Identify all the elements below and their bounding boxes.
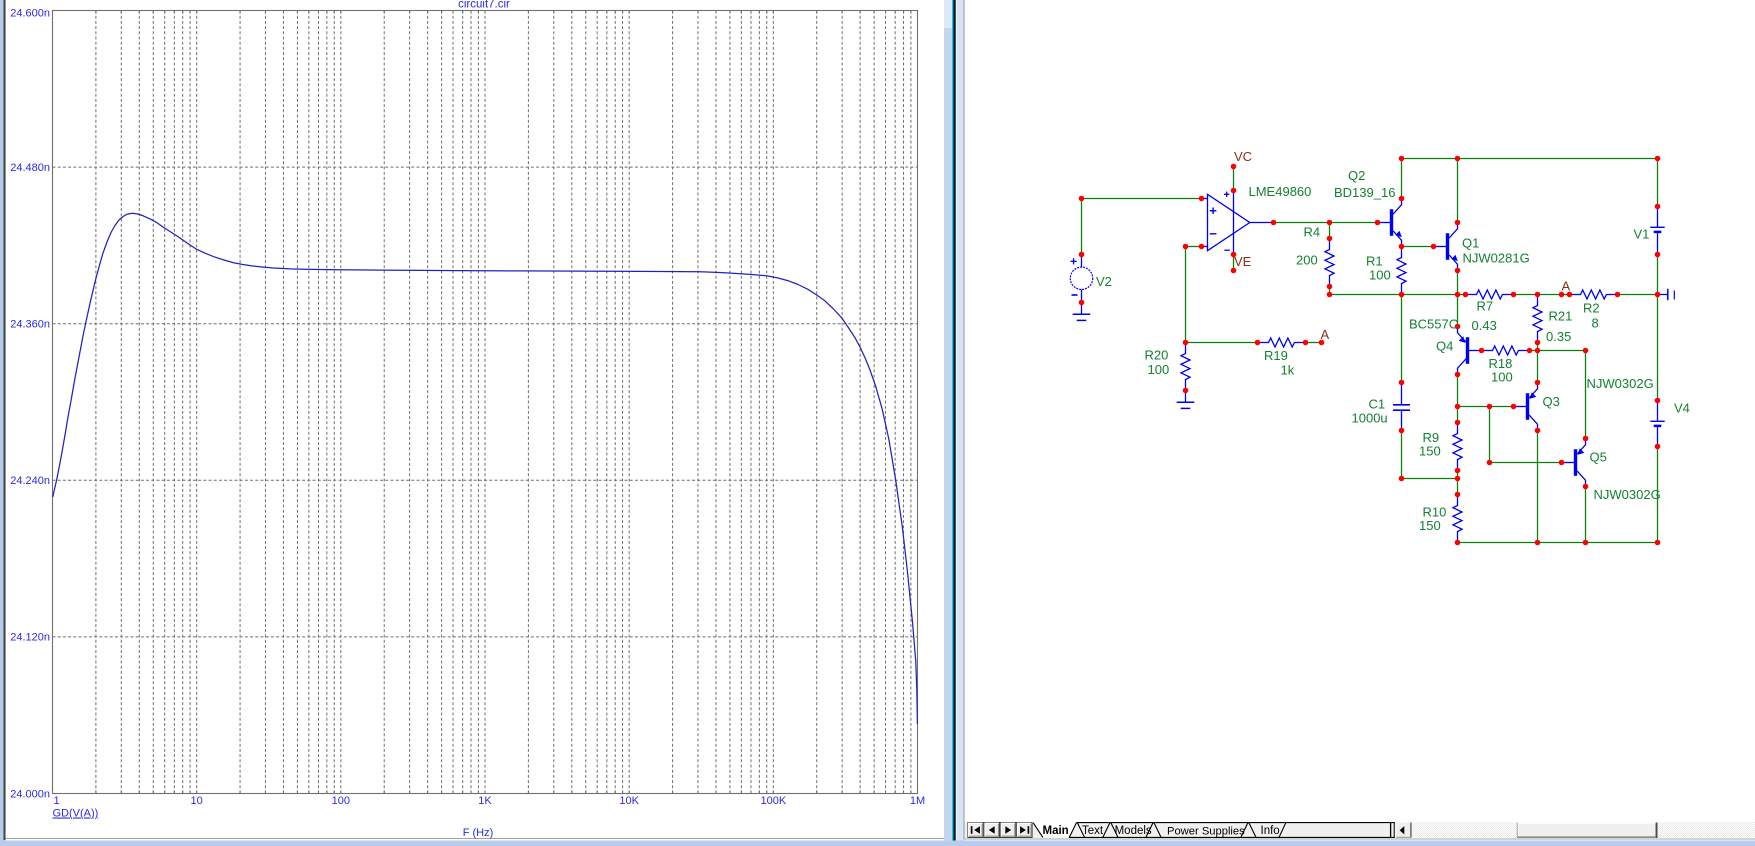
- svg-text:Text: Text: [1082, 825, 1104, 837]
- svg-text:24.600n: 24.600n: [10, 8, 50, 20]
- svg-text:A: A: [1562, 279, 1571, 294]
- svg-text:VE: VE: [1234, 254, 1252, 269]
- svg-text:1k: 1k: [1281, 363, 1295, 378]
- svg-text:NJW0302G: NJW0302G: [1587, 376, 1654, 391]
- svg-text:Power Supplies: Power Supplies: [1167, 825, 1245, 837]
- svg-text:BC557C: BC557C: [1409, 317, 1458, 332]
- svg-text:8: 8: [1592, 315, 1599, 330]
- svg-text:V2: V2: [1096, 274, 1112, 289]
- svg-text:24.120n: 24.120n: [10, 632, 50, 644]
- svg-text:R1: R1: [1366, 254, 1383, 269]
- svg-text:Q5: Q5: [1590, 450, 1607, 465]
- svg-text:NJW0281G: NJW0281G: [1463, 251, 1530, 266]
- svg-text:Q4: Q4: [1436, 339, 1453, 354]
- svg-text:100: 100: [332, 795, 350, 807]
- svg-text:R7: R7: [1477, 299, 1494, 314]
- svg-text:LME49860: LME49860: [1249, 184, 1312, 199]
- svg-text:F (Hz): F (Hz): [463, 827, 494, 839]
- svg-text:R21: R21: [1549, 309, 1573, 324]
- svg-text:BD139_16: BD139_16: [1334, 185, 1395, 200]
- svg-text:24.240n: 24.240n: [10, 475, 50, 487]
- svg-text:R19: R19: [1264, 348, 1288, 363]
- svg-text:150: 150: [1419, 518, 1441, 533]
- svg-text:R20: R20: [1145, 348, 1169, 363]
- svg-text:Info: Info: [1261, 825, 1280, 837]
- svg-text:GD(V(A)): GD(V(A)): [53, 808, 99, 820]
- svg-text:A: A: [1321, 327, 1330, 342]
- svg-text:VC: VC: [1234, 149, 1252, 164]
- svg-text:Q2: Q2: [1348, 168, 1365, 183]
- svg-text:Q3: Q3: [1543, 394, 1560, 409]
- svg-text:1000u: 1000u: [1352, 411, 1388, 426]
- svg-text:100: 100: [1369, 268, 1391, 283]
- svg-text:150: 150: [1419, 444, 1441, 459]
- svg-text:NJW0302G: NJW0302G: [1594, 487, 1661, 502]
- svg-text:100K: 100K: [760, 795, 786, 807]
- svg-text:C1: C1: [1369, 397, 1386, 412]
- svg-text:0.43: 0.43: [1472, 318, 1497, 333]
- svg-text:R2: R2: [1583, 300, 1600, 315]
- svg-text:24.360n: 24.360n: [10, 319, 50, 331]
- svg-text:10: 10: [191, 795, 203, 807]
- svg-text:Models: Models: [1115, 825, 1152, 837]
- svg-text:1M: 1M: [910, 795, 925, 807]
- svg-text:V4: V4: [1674, 401, 1690, 416]
- svg-text:24.000n: 24.000n: [10, 788, 50, 800]
- svg-text:1K: 1K: [478, 795, 492, 807]
- svg-text:24.480n: 24.480n: [10, 162, 50, 174]
- svg-text:100: 100: [1491, 370, 1513, 385]
- svg-text:circuit7.cir: circuit7.cir: [458, 0, 510, 11]
- svg-text:R4: R4: [1304, 225, 1321, 240]
- svg-text:Main: Main: [1043, 825, 1069, 837]
- svg-text:I: I: [1673, 288, 1677, 303]
- svg-text:10K: 10K: [619, 795, 639, 807]
- svg-text:Q1: Q1: [1462, 236, 1479, 251]
- svg-text:1: 1: [54, 795, 60, 807]
- svg-text:V1: V1: [1634, 227, 1650, 242]
- svg-text:0.35: 0.35: [1546, 329, 1571, 344]
- svg-text:100: 100: [1148, 362, 1170, 377]
- svg-text:200: 200: [1296, 253, 1318, 268]
